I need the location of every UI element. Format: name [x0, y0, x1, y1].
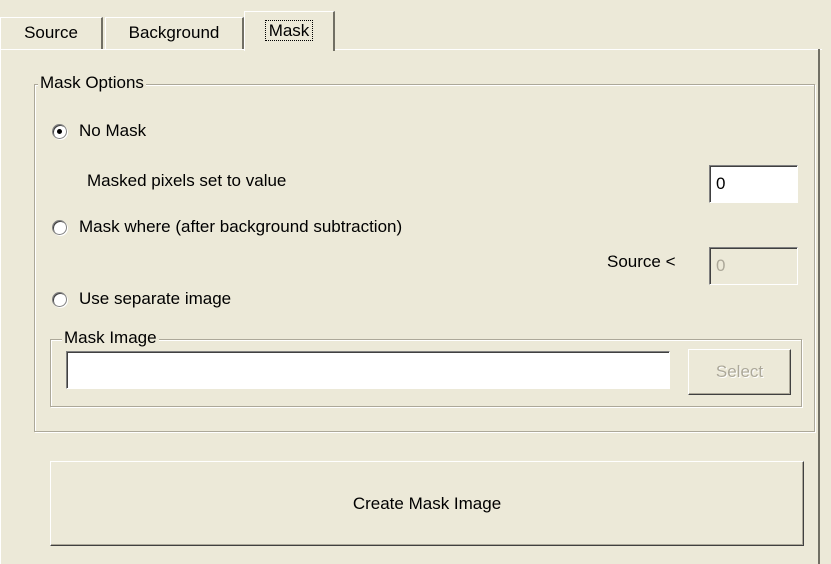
source-threshold-input[interactable]	[709, 247, 798, 285]
mask-options-title: Mask Options	[38, 73, 146, 93]
masked-value-input[interactable]	[709, 165, 798, 203]
separate-image-option[interactable]: Use separate image	[52, 289, 231, 309]
mask-where-label: Mask where (after background subtraction…	[79, 217, 403, 236]
separate-image-radio[interactable]	[52, 291, 67, 307]
no-mask-label: No Mask	[79, 121, 147, 140]
mask-image-title: Mask Image	[62, 328, 159, 348]
tab-background-label: Background	[128, 23, 220, 42]
tab-background[interactable]: Background	[105, 17, 244, 49]
source-threshold-label: Source <	[607, 252, 676, 271]
mask-image-select-label: Select	[715, 362, 764, 381]
tab-source-label: Source	[24, 23, 78, 42]
create-mask-image-button[interactable]: Create Mask Image	[50, 461, 804, 546]
mask-image-path-input[interactable]	[66, 351, 670, 389]
mask-where-radio[interactable]	[52, 219, 67, 235]
masked-value-label: Masked pixels set to value	[87, 171, 287, 190]
mask-image-select-button[interactable]: Select	[688, 349, 791, 395]
create-mask-image-label: Create Mask Image	[352, 494, 502, 513]
separate-image-label: Use separate image	[79, 289, 232, 308]
no-mask-radio[interactable]	[52, 123, 67, 139]
tab-mask-label: Mask	[264, 20, 314, 41]
tab-mask[interactable]: Mask	[244, 11, 335, 51]
mask-where-option[interactable]: Mask where (after background subtraction…	[52, 217, 402, 237]
no-mask-option[interactable]: No Mask	[52, 121, 146, 141]
tab-source[interactable]: Source	[0, 17, 103, 49]
